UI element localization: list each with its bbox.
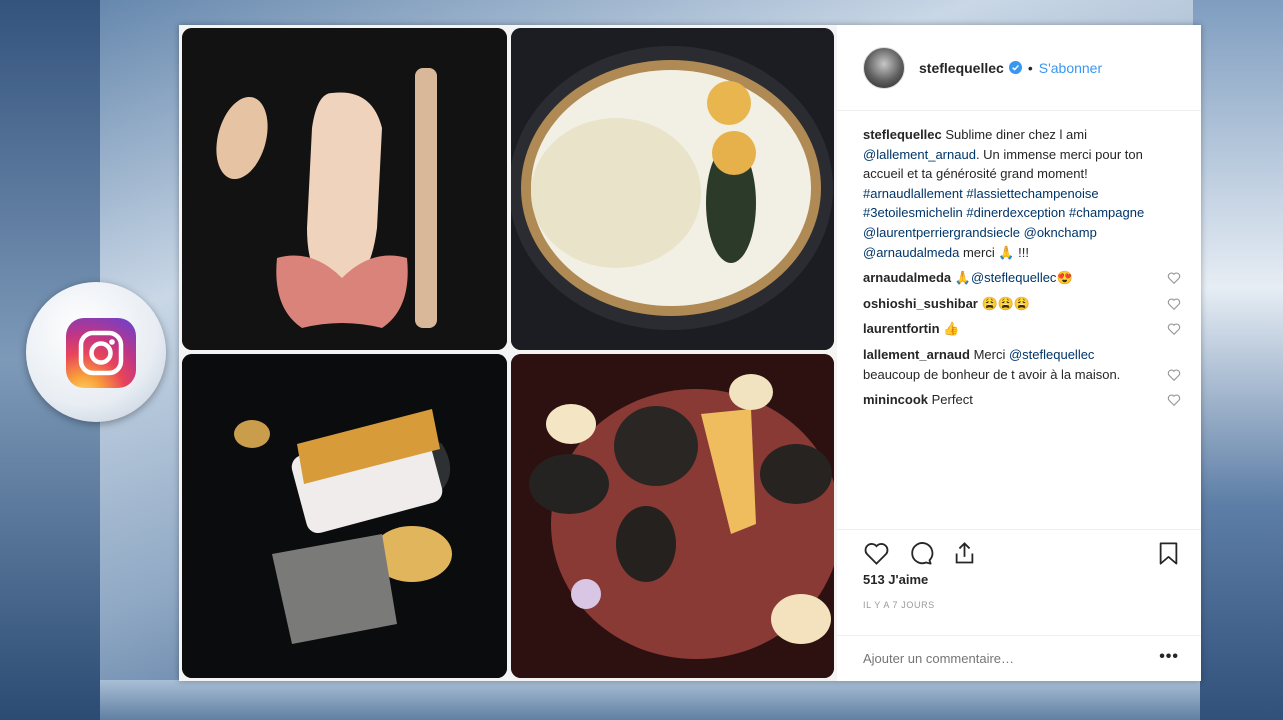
verified-badge-icon xyxy=(1008,61,1022,74)
background-right xyxy=(1193,0,1283,720)
comment-text: 👍 xyxy=(943,321,960,337)
post-timestamp[interactable]: IL Y A 7 JOURS xyxy=(863,600,935,610)
mention-link[interactable]: @steflequellec xyxy=(1009,347,1094,362)
mention-link[interactable]: @oknchamp xyxy=(1024,225,1097,240)
comment-text: 😍 xyxy=(1056,270,1073,286)
comment-username[interactable]: minincook xyxy=(863,392,928,407)
hashtag-link[interactable]: #3etoilesmichelin xyxy=(863,205,963,220)
more-options-icon[interactable]: ••• xyxy=(1159,648,1179,666)
hashtag-link[interactable]: #champagne xyxy=(1069,205,1144,220)
action-bar xyxy=(837,529,1201,569)
photo-fish-dish xyxy=(182,354,507,678)
post-card: steflequellec • S'abonner steflequellec … xyxy=(179,25,1201,681)
comment-text: 🙏 xyxy=(954,270,971,286)
comment-username[interactable]: laurentfortin xyxy=(863,321,940,336)
post-caption: steflequellec Sublime diner chez l ami @… xyxy=(863,125,1183,262)
share-icon[interactable] xyxy=(951,540,978,567)
heart-icon[interactable] xyxy=(1167,297,1181,311)
post-header: steflequellec • S'abonner xyxy=(837,25,1201,111)
comment-text: beaucoup de bonheur de t avoir à la mais… xyxy=(863,366,1121,382)
comment-row: minincook Perfect xyxy=(863,390,1183,410)
add-comment-bar: ••• xyxy=(837,635,1201,681)
heart-icon[interactable] xyxy=(1167,368,1181,382)
hashtag-link[interactable]: #dinerdexception xyxy=(966,205,1065,220)
comment-text: Merci xyxy=(973,346,1006,362)
comment-row: laurentfortin 👍 xyxy=(863,319,1183,339)
photo-langoustine xyxy=(182,28,507,350)
caption-text: merci 🙏 !!! xyxy=(959,244,1029,260)
instagram-icon xyxy=(66,318,136,388)
comment-text: 😩😩😩 xyxy=(981,295,1031,311)
photo-collage[interactable] xyxy=(179,25,837,681)
heart-icon[interactable] xyxy=(863,540,890,567)
post-username[interactable]: steflequellec xyxy=(919,60,1004,76)
avatar[interactable] xyxy=(863,46,905,89)
bookmark-icon[interactable] xyxy=(1155,540,1182,567)
heart-icon[interactable] xyxy=(1167,322,1181,336)
comment-row: lallement_arnaud Merci @steflequellec be… xyxy=(863,345,1183,384)
heart-icon[interactable] xyxy=(1167,271,1181,285)
mention-link[interactable]: @arnaudalmeda xyxy=(863,245,959,260)
comment-username[interactable]: oshioshi_sushibar xyxy=(863,296,978,311)
follow-button[interactable]: S'abonner xyxy=(1039,60,1102,76)
comment-list: steflequellec Sublime diner chez l ami @… xyxy=(863,125,1183,416)
caption-text: Sublime diner chez l ami xyxy=(941,127,1087,142)
photo-soup-caviar xyxy=(511,28,834,350)
hashtag-link[interactable]: #arnaudlallement xyxy=(863,186,963,201)
comment-username[interactable]: arnaudalmeda xyxy=(863,270,951,285)
mention-link[interactable]: @laurentperriergrandsiecle xyxy=(863,225,1020,240)
mention-link[interactable]: @lallement_arnaud xyxy=(863,147,976,162)
caption-username[interactable]: steflequellec xyxy=(863,127,942,142)
comment-username[interactable]: lallement_arnaud xyxy=(863,347,970,362)
comment-text: Perfect xyxy=(931,392,973,408)
separator-dot: • xyxy=(1027,59,1033,76)
comment-row: oshioshi_sushibar 😩😩😩 xyxy=(863,294,1183,314)
like-count[interactable]: 513 J'aime xyxy=(863,572,928,587)
hashtag-link[interactable]: #lassiettechampenoise xyxy=(966,186,1098,201)
comment-input[interactable] xyxy=(863,651,1123,666)
mention-link[interactable]: @steflequellec xyxy=(971,270,1056,285)
comment-icon[interactable] xyxy=(907,540,934,567)
photo-truffle-dish xyxy=(511,354,834,678)
heart-icon[interactable] xyxy=(1167,393,1181,407)
background-bottom xyxy=(100,680,1200,720)
post-sidebar: steflequellec • S'abonner steflequellec … xyxy=(837,25,1201,681)
comment-row: arnaudalmeda 🙏@steflequellec😍 xyxy=(863,268,1183,288)
